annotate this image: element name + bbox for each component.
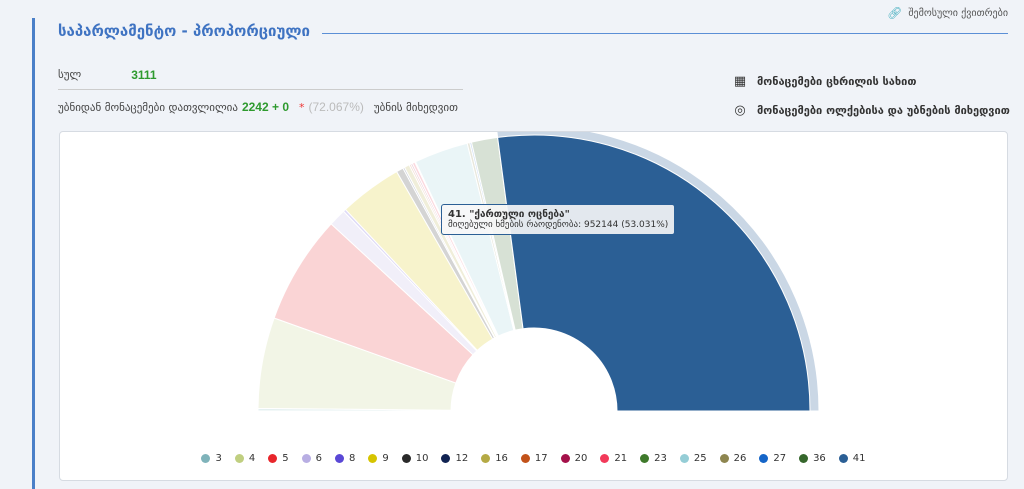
section-accent-bar xyxy=(32,18,35,489)
legend-dot xyxy=(799,454,809,463)
counted-value: 2242 + 0 xyxy=(241,100,289,114)
chart-tooltip: 41. "ქართული ოცნება" მიღებული ხმების რაოდ… xyxy=(441,204,676,235)
legend-dot xyxy=(679,454,689,463)
legend-dot xyxy=(520,454,530,463)
legend-dot xyxy=(600,454,610,463)
link-icon: 🔗︎ xyxy=(887,6,903,20)
legend-label: 21 xyxy=(614,453,628,464)
legend-item-6[interactable]: 6 xyxy=(301,453,322,464)
link-label: მონაცემები ცხრილის სახით xyxy=(757,75,917,88)
legend-dot xyxy=(441,454,451,463)
legend-dot xyxy=(234,454,244,463)
legend-label: 27 xyxy=(773,453,787,464)
legend-label: 10 xyxy=(415,453,429,464)
legend-item-21[interactable]: 21 xyxy=(600,453,627,464)
legend-item-20[interactable]: 20 xyxy=(560,453,588,464)
legend-item-41[interactable]: 41 xyxy=(838,453,866,464)
legend-label: 6 xyxy=(315,453,322,464)
legend-label: 26 xyxy=(733,453,747,464)
legend-dot xyxy=(201,454,211,463)
legend-label: 25 xyxy=(693,453,707,464)
legend-label: 23 xyxy=(654,453,667,464)
district-view-link[interactable]: ◎ მონაცემები ოლქებისა და უბნების მიხედვით xyxy=(733,96,1010,125)
link-label: შემოსული ქვითრები xyxy=(908,7,1008,19)
incoming-receipts-link[interactable]: 🔗︎ შემოსული ქვითრები xyxy=(887,6,1008,20)
legend-item-27[interactable]: 27 xyxy=(759,453,786,464)
legend-item-8[interactable]: 8 xyxy=(334,453,356,464)
legend-item-5[interactable]: 5 xyxy=(268,453,289,464)
table-icon: ▦ xyxy=(733,74,747,89)
counted-percent: (72.067%) xyxy=(308,100,364,114)
counted-row: უბნიდან მონაცემები დათვლილია 2242 + 0 * … xyxy=(58,100,458,114)
counted-suffix: უბნის მიხედვით xyxy=(373,101,458,114)
legend-label: 5 xyxy=(282,453,289,464)
legend-label: 20 xyxy=(574,453,588,464)
legend-item-23[interactable]: 23 xyxy=(640,453,667,464)
tooltip-value: 952144 (53.031%) xyxy=(583,220,669,230)
legend-dot xyxy=(268,454,278,463)
counted-label: უბნიდან მონაცემები დათვლილია xyxy=(58,101,238,114)
legend-item-3[interactable]: 3 xyxy=(201,453,222,464)
legend-dot xyxy=(368,454,378,463)
legend-item-26[interactable]: 26 xyxy=(719,453,747,464)
legend-item-12[interactable]: 12 xyxy=(441,453,468,464)
legend-label: 36 xyxy=(813,453,826,464)
total-value: 3111 xyxy=(131,68,157,82)
tooltip-title: 41. "ქართული ოცნება" xyxy=(448,209,570,220)
legend-item-17[interactable]: 17 xyxy=(520,453,548,464)
chart-legend: 3 4 5 6 8 9 10 12 16 17 20 21 23 25 26 27 36 41 xyxy=(60,453,1007,464)
legend-label: 12 xyxy=(455,453,469,464)
page-title: საპარლამენტო - პროპორციული xyxy=(58,22,310,40)
link-label: მონაცემები ოლქებისა და უბნების მიხედვით xyxy=(757,104,1010,117)
legend-dot xyxy=(481,454,491,463)
legend-label: 41 xyxy=(852,453,866,464)
legend-item-9[interactable]: 9 xyxy=(368,453,389,464)
legend-dot xyxy=(560,454,570,463)
legend-label: 4 xyxy=(248,453,256,464)
chart-card: 41. "ქართული ოცნება" მიღებული ხმების რაოდ… xyxy=(59,131,1008,481)
legend-item-4[interactable]: 4 xyxy=(234,453,256,464)
total-row: სულ 3111 xyxy=(58,68,157,82)
semi-donut-chart xyxy=(257,132,820,412)
total-label: სულ xyxy=(58,68,82,81)
legend-dot xyxy=(759,454,769,463)
legend-label: 17 xyxy=(534,453,548,464)
legend-label: 8 xyxy=(348,453,356,464)
slice-41[interactable] xyxy=(497,134,811,412)
table-view-link[interactable]: ▦ მონაცემები ცხრილის სახით xyxy=(733,67,1010,96)
tooltip-label: მიღებული ხმების რაოდენობა: xyxy=(448,220,582,230)
legend-item-10[interactable]: 10 xyxy=(401,453,429,464)
legend-dot xyxy=(301,454,311,463)
legend-item-36[interactable]: 36 xyxy=(799,453,826,464)
legend-dot xyxy=(838,454,848,463)
legend-label: 3 xyxy=(215,453,222,464)
legend-dot xyxy=(640,454,650,463)
location-person-icon: ◎ xyxy=(734,103,746,118)
legend-dot xyxy=(719,454,729,463)
legend-dot xyxy=(401,454,411,463)
legend-dot xyxy=(334,454,344,463)
asterisk: * xyxy=(299,101,305,114)
view-links: ▦ მონაცემები ცხრილის სახით ◎ მონაცემები ოლ… xyxy=(733,67,1010,125)
legend-label: 16 xyxy=(495,453,508,464)
legend-item-25[interactable]: 25 xyxy=(679,453,707,464)
legend-label: 9 xyxy=(382,453,389,464)
title-divider xyxy=(322,33,1008,34)
divider xyxy=(58,89,463,90)
legend-item-16[interactable]: 16 xyxy=(481,453,508,464)
